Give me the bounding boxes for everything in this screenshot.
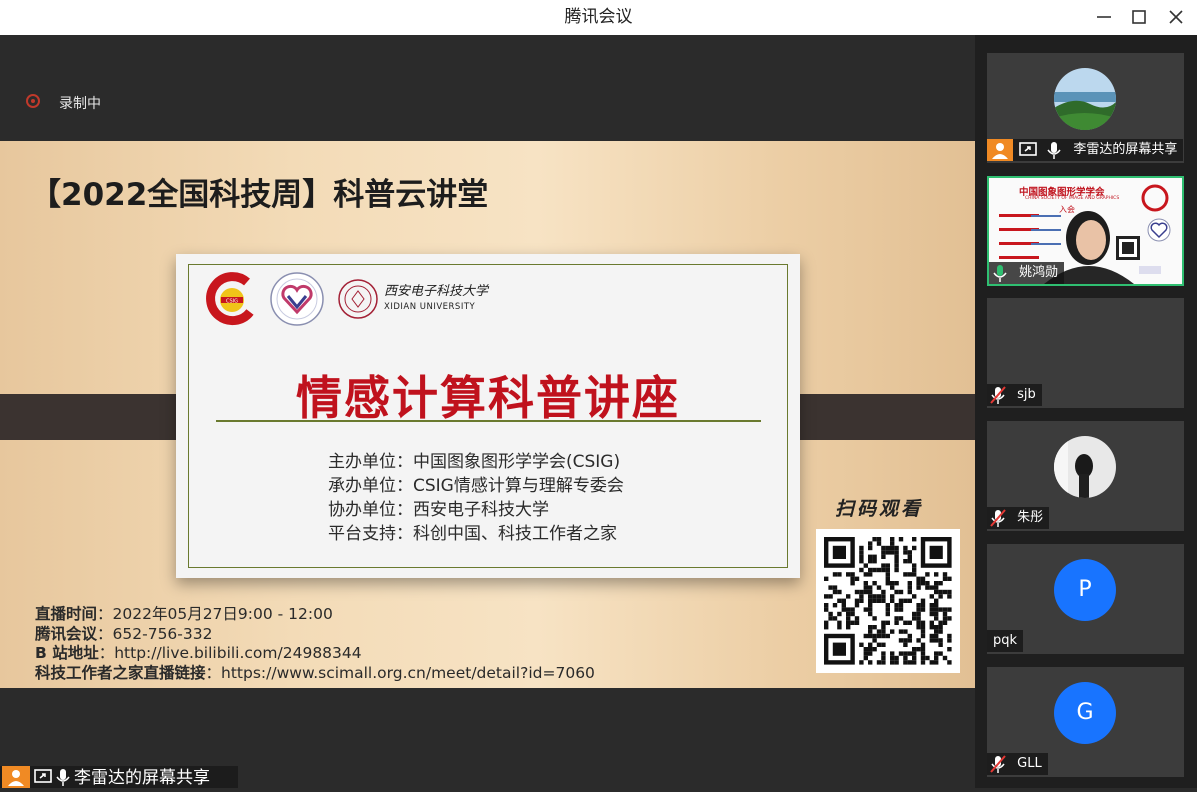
recording-label: 录制中 xyxy=(59,96,101,112)
participant-name: pqk xyxy=(993,633,1018,648)
microphone-muted-icon xyxy=(987,753,1009,775)
record-icon xyxy=(26,94,40,108)
maximize-button[interactable] xyxy=(1125,4,1153,30)
footer-label: 科技工作者之家直播链接 xyxy=(35,664,206,682)
footer-bilibili: B 站地址：http://live.bilibili.com/24988344 xyxy=(35,644,362,662)
heart-logo-icon xyxy=(270,272,324,326)
university-name-en: XIDIAN UNIVERSITY xyxy=(384,302,476,312)
participant-name: GLL xyxy=(1017,756,1042,771)
participant-avatar xyxy=(1054,436,1116,498)
share-screen-icon xyxy=(32,766,54,792)
affective-committee-logo xyxy=(268,270,326,328)
participant-tile[interactable]: P pqk xyxy=(987,544,1184,654)
qr-code-icon xyxy=(824,537,952,665)
participant-avatar xyxy=(1054,68,1116,130)
participant-icon-badge xyxy=(2,766,30,788)
person-photo-icon xyxy=(1054,436,1116,498)
lecture-card: CSIG 西安电子科技大学 XIDIAN UNIVERSITY 情感计算科普讲座… xyxy=(176,254,800,578)
participant-tile-active-speaker[interactable]: 中国图象图形学学会 CHINA SOCIETY OF IMAGE AND GRA… xyxy=(987,176,1184,286)
minimize-button[interactable] xyxy=(1090,4,1118,30)
decorative-strip-right xyxy=(778,394,975,440)
footer-broadcast-time: 直播时间：2022年05月27日9:00 - 12:00 xyxy=(35,605,333,623)
person-icon xyxy=(8,770,24,786)
landscape-photo-icon xyxy=(1054,68,1116,130)
share-screen-icon xyxy=(1017,139,1039,161)
shared-screen-area: 录制中 【2022全国科技周】科普云讲堂 CSIG 西安电子科技大学 XIDIA… xyxy=(0,35,975,788)
participant-tile[interactable]: G GLL xyxy=(987,667,1184,777)
csig-logo: CSIG xyxy=(202,270,260,328)
participant-label: 朱彤 xyxy=(987,507,1050,529)
card-divider xyxy=(216,420,761,422)
footer-value: http://live.bilibili.com/24988344 xyxy=(114,644,362,662)
presentation-slide: 【2022全国科技周】科普云讲堂 CSIG 西安电子科技大学 XIDIAN UN… xyxy=(0,141,975,688)
qr-code xyxy=(816,529,960,673)
microphone-icon xyxy=(1043,139,1065,161)
csig-logo-graphic: CSIG xyxy=(206,272,254,326)
participant-avatar: P xyxy=(1054,559,1116,621)
title-bar: 腾讯会议 xyxy=(0,0,1197,35)
microphone-muted-icon xyxy=(987,384,1009,406)
footer-label: B 站地址 xyxy=(35,644,99,662)
participant-avatar: G xyxy=(1054,682,1116,744)
maximize-icon xyxy=(1132,10,1146,24)
participant-name: sjb xyxy=(1017,387,1036,402)
info-host: 承办单位：CSIG情感计算与理解专委会 xyxy=(328,476,624,496)
participant-label: GLL xyxy=(987,753,1048,775)
participant-tile[interactable]: 李雷达的屏幕共享 xyxy=(987,53,1184,163)
info-platform: 平台支持：科创中国、科技工作者之家 xyxy=(328,524,617,544)
window-title: 腾讯会议 xyxy=(564,7,633,27)
footer-scimall-link: 科技工作者之家直播链接：https://www.scimall.org.cn/m… xyxy=(35,664,595,682)
footer-value: https://www.scimall.org.cn/meet/detail?i… xyxy=(221,664,595,682)
participant-label: sjb xyxy=(987,384,1042,406)
participants-panel: 李雷达的屏幕共享 中国图象图形学学会 CHINA SOCIETY OF IMAG… xyxy=(975,35,1197,788)
csig-logo-text: CSIG xyxy=(226,299,238,305)
screen-share-bar[interactable]: 李雷达的屏幕共享 xyxy=(0,766,238,788)
share-bar-label: 李雷达的屏幕共享 xyxy=(74,768,210,788)
slide-title: 【2022全国科技周】科普云讲堂 xyxy=(30,177,489,213)
scan-to-watch-label: 扫码观看 xyxy=(835,498,924,520)
info-co-organizer: 协办单位：西安电子科技大学 xyxy=(328,500,549,520)
close-icon xyxy=(1169,10,1183,24)
xidian-university-logo: 西安电子科技大学 XIDIAN UNIVERSITY xyxy=(336,274,489,324)
footer-label: 直播时间 xyxy=(35,605,98,623)
footer-value: 2022年05月27日9:00 - 12:00 xyxy=(112,605,333,623)
participant-tile[interactable]: sjb xyxy=(987,298,1184,408)
university-name-cn: 西安电子科技大学 xyxy=(384,284,489,299)
decorative-strip-left xyxy=(0,394,200,440)
participant-name: 朱彤 xyxy=(1017,510,1044,525)
lecture-heading: 情感计算科普讲座 xyxy=(296,371,680,425)
microphone-icon xyxy=(53,766,73,792)
microphone-active-icon xyxy=(989,262,1011,284)
info-organizer: 主办单位：中国图象图形学学会(CSIG) xyxy=(328,452,621,472)
participant-label: 李雷达的屏幕共享 xyxy=(987,139,1184,161)
participant-tile[interactable]: 朱彤 xyxy=(987,421,1184,531)
participant-label: 姚鸿勋 xyxy=(989,262,1065,284)
participant-label: pqk xyxy=(987,630,1024,652)
participant-name: 姚鸿勋 xyxy=(1019,265,1059,280)
microphone-muted-icon xyxy=(987,507,1009,529)
close-button[interactable] xyxy=(1162,4,1190,30)
participant-name: 李雷达的屏幕共享 xyxy=(1073,142,1178,157)
minimize-icon xyxy=(1097,16,1111,18)
person-icon xyxy=(987,139,1013,161)
